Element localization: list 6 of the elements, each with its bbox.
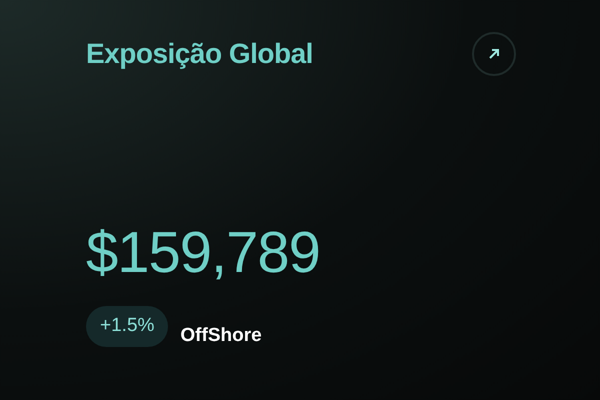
change-badge: +1.5% <box>86 306 168 346</box>
card-title: Exposição Global <box>86 37 313 71</box>
amount-value: $159,789 <box>86 224 321 282</box>
open-link-button[interactable] <box>472 32 516 76</box>
category-label: OffShore <box>180 324 262 348</box>
arrow-up-right-icon <box>487 47 501 61</box>
